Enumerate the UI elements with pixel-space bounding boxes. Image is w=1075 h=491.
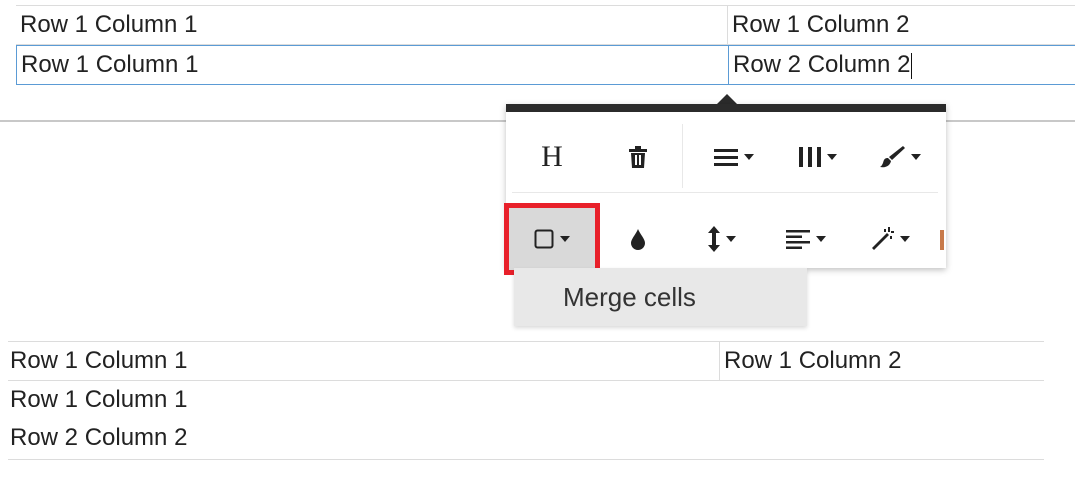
merged-cell-line: Row 1 Column 1 [10, 386, 188, 413]
droplet-icon [631, 229, 645, 250]
table-cell[interactable]: Row 1 Column 1 [16, 6, 727, 44]
table-cell-selected[interactable]: Row 1 Column 1 [17, 46, 728, 84]
table-popup-toolbar: H [504, 104, 946, 275]
table-row: Row 1 Column 1 Row 2 Column 2 [8, 381, 1044, 460]
chevron-down-icon [900, 236, 910, 242]
table-cell[interactable]: Row 1 Column 1 [8, 342, 721, 380]
magic-wand-icon [872, 227, 894, 250]
chevron-down-icon [560, 236, 570, 242]
group-divider [682, 124, 683, 188]
column-menu-button[interactable] [786, 134, 850, 180]
table-row-selected: Row 1 Column 1 Row 2 Column 2 [16, 45, 1075, 85]
row-menu-button[interactable] [702, 134, 766, 180]
style-menu-button[interactable] [868, 134, 932, 180]
merge-cells-menu-item[interactable]: Merge cells [514, 268, 807, 326]
heading-button[interactable]: H [528, 134, 576, 180]
delete-table-button[interactable] [614, 134, 662, 180]
vertical-arrows-icon [708, 226, 720, 252]
horizontal-align-button[interactable] [774, 216, 838, 262]
text-cursor [911, 52, 913, 79]
table-row: Row 1 Column 1 Row 1 Column 2 [8, 341, 1044, 381]
table-cell-selected[interactable]: Row 2 Column 2 [728, 46, 1075, 84]
chevron-down-icon [827, 154, 837, 160]
merged-table-cell[interactable]: Row 1 Column 1 Row 2 Column 2 [8, 381, 1046, 459]
chevron-down-icon [816, 236, 826, 242]
vertical-align-button[interactable] [690, 216, 754, 262]
columns-icon [799, 147, 821, 167]
chevron-down-icon [726, 236, 736, 242]
top-table: Row 1 Column 1 Row 1 Column 2 Row 1 Colu… [16, 5, 1075, 87]
align-left-icon [786, 230, 810, 249]
bottom-table: Row 1 Column 1 Row 1 Column 2 Row 1 Colu… [8, 341, 1044, 461]
overflow-button-edge[interactable] [940, 230, 944, 250]
advanced-style-button[interactable] [858, 216, 922, 262]
rows-icon [714, 149, 738, 166]
table-row: Row 1 Column 1 Row 1 Column 2 [16, 5, 1075, 45]
row-divider [512, 192, 938, 193]
cell-text: Row 2 Column 2 [733, 51, 911, 78]
merged-cell-line: Row 2 Column 2 [10, 424, 188, 451]
background-color-button[interactable] [614, 216, 662, 262]
chevron-down-icon [911, 154, 921, 160]
cell-dropdown-menu: Merge cells [514, 268, 807, 326]
table-cell[interactable]: Row 1 Column 2 [727, 6, 1075, 44]
table-cell[interactable]: Row 1 Column 2 [719, 342, 1049, 380]
cell-menu-button[interactable] [504, 203, 600, 275]
trash-icon [629, 146, 647, 168]
heading-label: H [541, 140, 563, 173]
paintbrush-icon [880, 146, 905, 168]
square-icon [534, 229, 554, 249]
chevron-down-icon [744, 154, 754, 160]
